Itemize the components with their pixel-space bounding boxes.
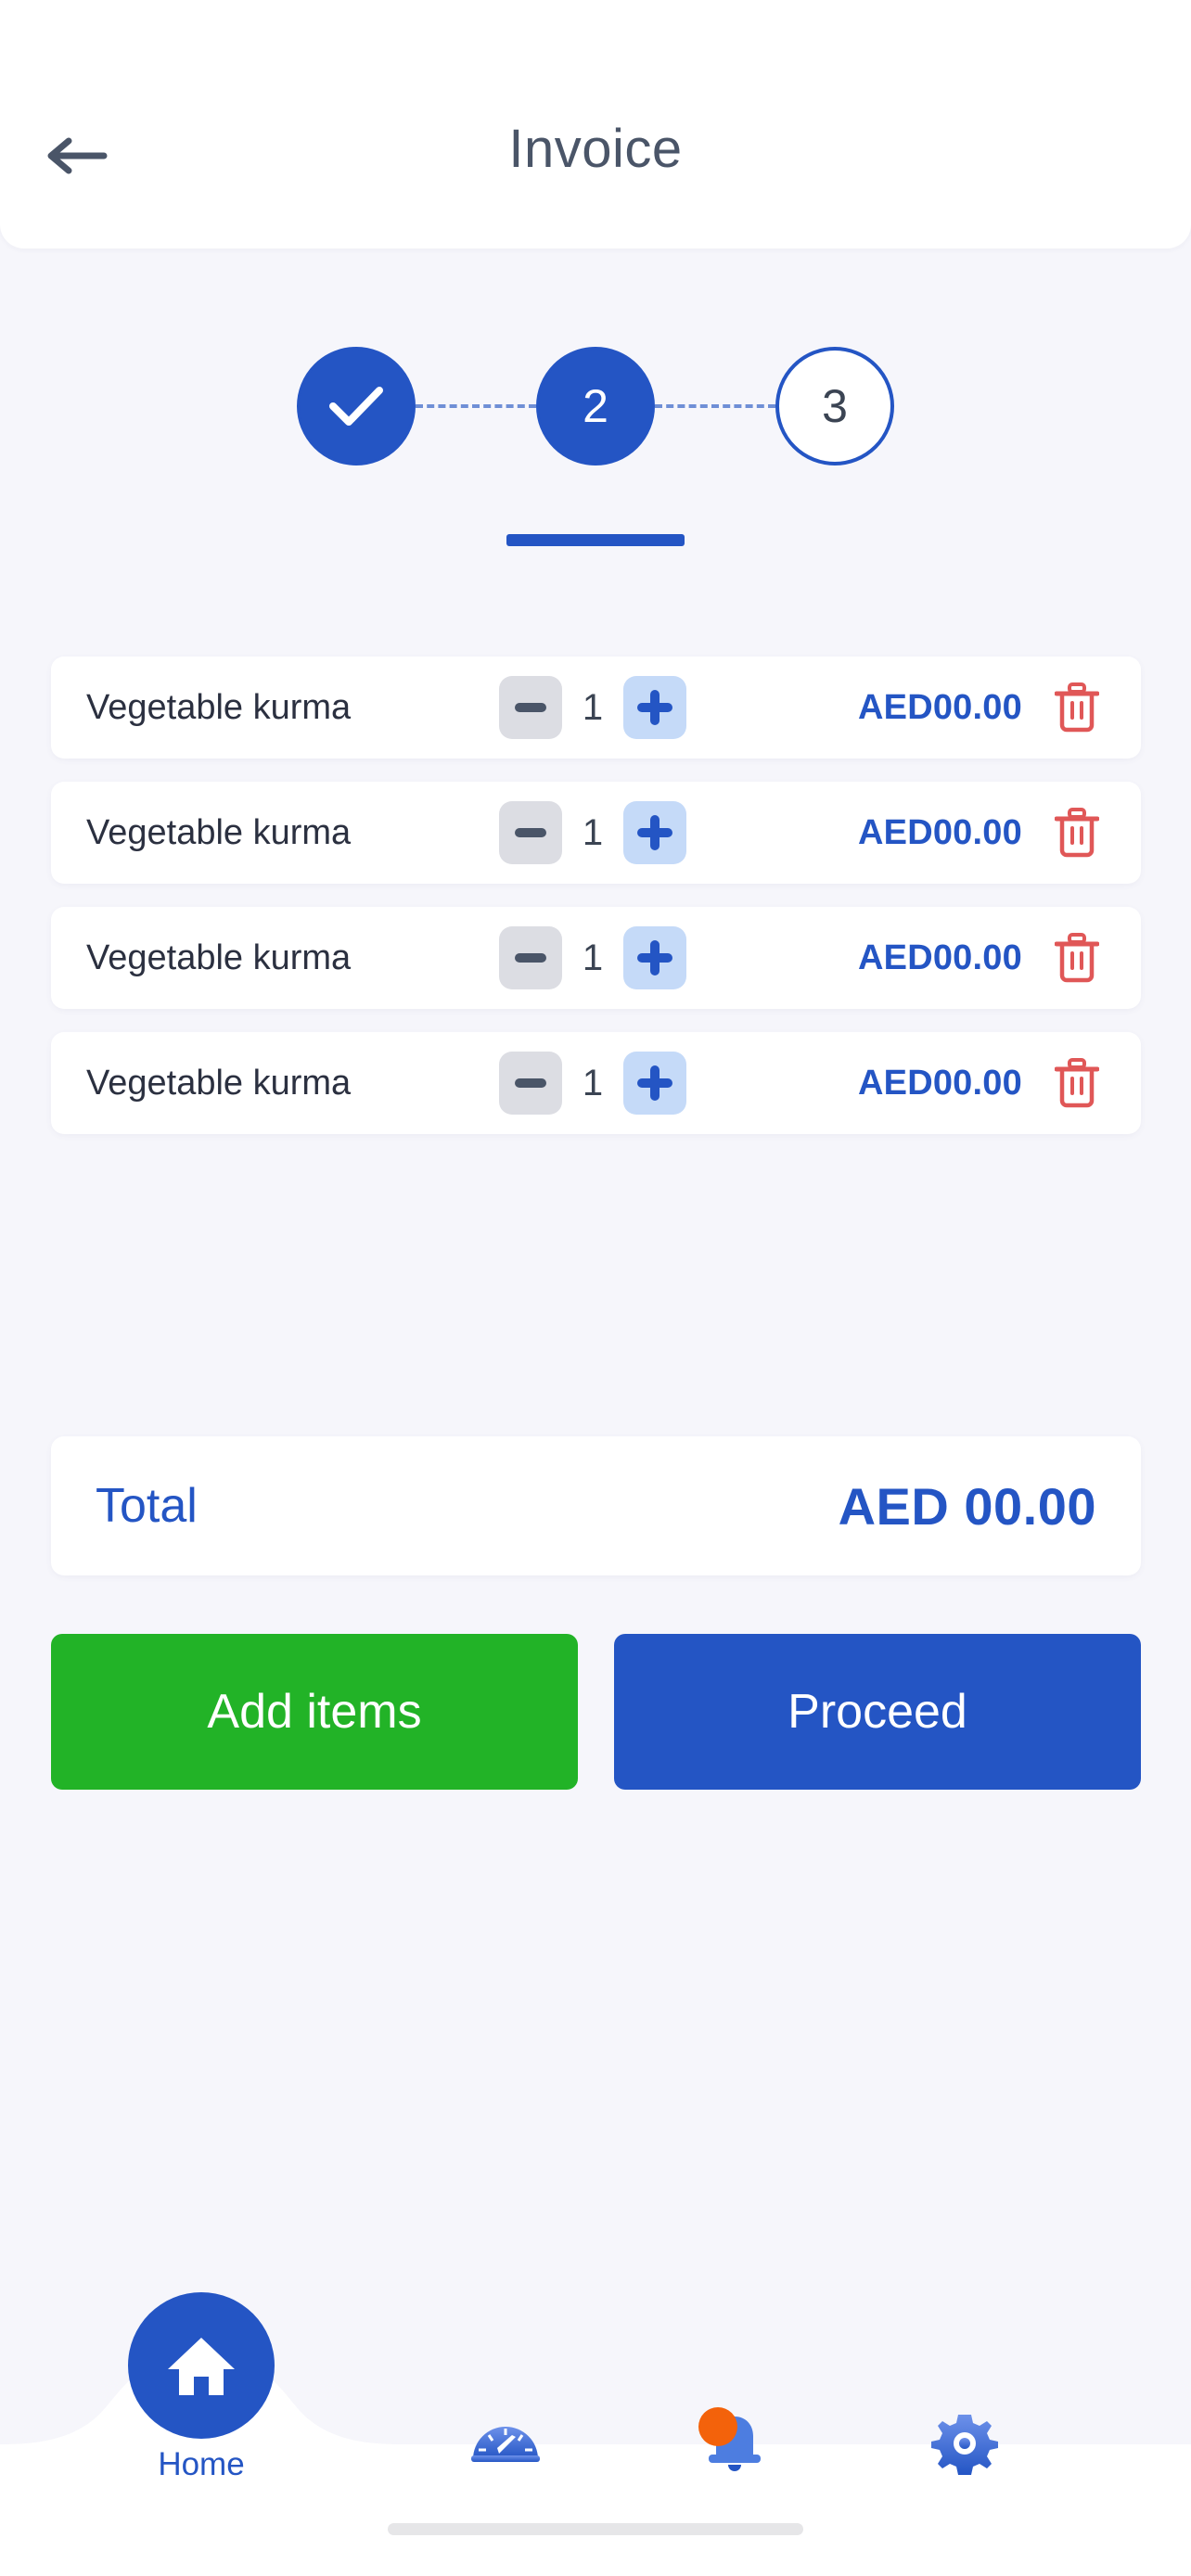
minus-icon [515, 828, 546, 837]
plus-icon [637, 690, 672, 725]
item-price: AED00.00 [858, 812, 1022, 852]
quantity-value: 1 [582, 686, 604, 728]
quantity-value: 1 [582, 1062, 604, 1103]
delete-item-button[interactable] [1046, 1052, 1108, 1114]
app-header: Invoice [0, 0, 1191, 249]
nav-item-home-label: Home [158, 2446, 245, 2482]
table-row[interactable]: Vegetable kurma 1 AED00.00 [51, 1032, 1141, 1134]
delete-item-button[interactable] [1046, 802, 1108, 863]
step-connector-2 [655, 404, 775, 408]
nav-item-notifications[interactable] [651, 2383, 818, 2504]
plus-icon [637, 815, 672, 850]
bell-icon [693, 2402, 776, 2485]
minus-icon [515, 703, 546, 712]
nav-item-home[interactable] [128, 2292, 275, 2439]
step-connector-1 [416, 404, 536, 408]
trash-icon [1055, 933, 1099, 983]
increase-quantity-button[interactable] [623, 801, 686, 864]
increase-quantity-button[interactable] [623, 1052, 686, 1115]
item-name: Vegetable kurma [86, 1063, 352, 1103]
total-label: Total [96, 1479, 198, 1533]
checkout-stepper: 2 3 [0, 346, 1191, 466]
nav-item-settings[interactable] [881, 2383, 1048, 2504]
total-card: Total AED 00.00 [51, 1436, 1141, 1575]
step-2-active[interactable]: 2 [536, 347, 655, 465]
table-row[interactable]: Vegetable kurma 1 AED00.00 [51, 907, 1141, 1009]
action-buttons: Add items Proceed [51, 1634, 1141, 1790]
total-value: AED 00.00 [838, 1476, 1096, 1536]
trash-icon [1055, 682, 1099, 733]
decrease-quantity-button[interactable] [499, 1052, 562, 1115]
quantity-stepper: 1 [499, 676, 686, 739]
item-name: Vegetable kurma [86, 687, 352, 727]
gear-icon [923, 2402, 1006, 2485]
page-title: Invoice [508, 119, 683, 179]
speedometer-icon [464, 2402, 547, 2485]
trash-icon [1055, 1058, 1099, 1108]
quantity-stepper: 1 [499, 1052, 686, 1115]
bottom-navigation-bar: Home [0, 2292, 1191, 2576]
delete-item-button[interactable] [1046, 927, 1108, 988]
quantity-stepper: 1 [499, 926, 686, 989]
trash-icon [1055, 808, 1099, 858]
item-name: Vegetable kurma [86, 937, 352, 977]
item-price: AED00.00 [858, 1063, 1022, 1103]
table-row[interactable]: Vegetable kurma 1 AED00.00 [51, 782, 1141, 884]
item-name: Vegetable kurma [86, 812, 352, 852]
minus-icon [515, 953, 546, 963]
plus-icon [637, 940, 672, 976]
delete-item-button[interactable] [1046, 677, 1108, 738]
nav-item-dashboard[interactable] [422, 2383, 589, 2504]
home-icon [168, 2338, 235, 2395]
table-row[interactable]: Vegetable kurma 1 AED00.00 [51, 657, 1141, 759]
item-price: AED00.00 [858, 687, 1022, 727]
quantity-value: 1 [582, 937, 604, 978]
notification-badge [698, 2407, 737, 2446]
step-progress-indicator [506, 534, 685, 546]
quantity-value: 1 [582, 811, 604, 853]
invoice-items-list: Vegetable kurma 1 AED00.00 Vegetable kur… [51, 657, 1141, 1157]
add-items-button[interactable]: Add items [51, 1634, 578, 1790]
decrease-quantity-button[interactable] [499, 926, 562, 989]
check-icon [329, 387, 383, 426]
item-price: AED00.00 [858, 937, 1022, 977]
minus-icon [515, 1078, 546, 1088]
step-1-completed[interactable] [297, 347, 416, 465]
decrease-quantity-button[interactable] [499, 676, 562, 739]
home-indicator [388, 2523, 803, 2535]
increase-quantity-button[interactable] [623, 926, 686, 989]
decrease-quantity-button[interactable] [499, 801, 562, 864]
step-3-upcoming[interactable]: 3 [775, 347, 894, 465]
quantity-stepper: 1 [499, 801, 686, 864]
increase-quantity-button[interactable] [623, 676, 686, 739]
plus-icon [637, 1065, 672, 1101]
proceed-button[interactable]: Proceed [614, 1634, 1141, 1790]
